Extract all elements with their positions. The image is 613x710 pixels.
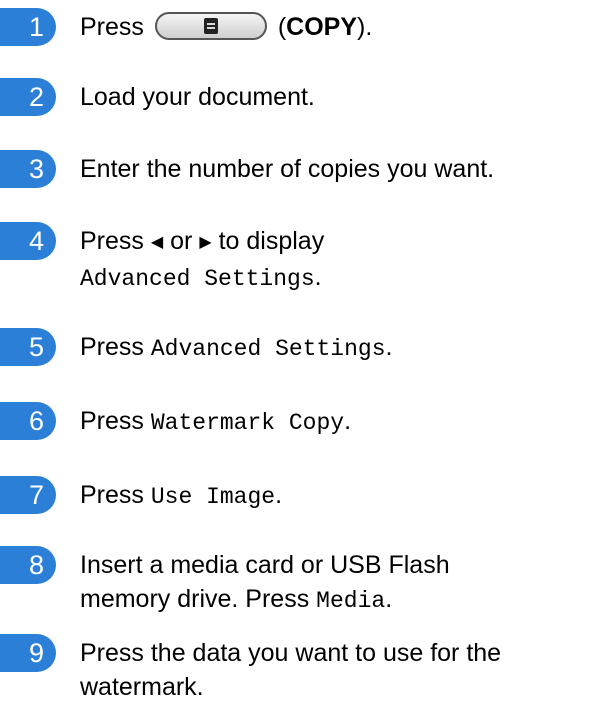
menu-option: Advanced Settings [80,266,315,292]
step-number: 1 [0,8,56,46]
step-text: Load your document. [80,83,315,111]
step-text: Press (COPY). [80,12,373,41]
step-number: 4 [0,222,56,260]
step-number: 9 [0,634,56,672]
step-number: 3 [0,150,56,188]
left-arrow-icon: ◀ [150,234,164,251]
step-text: Press the data you want to use for the w… [80,639,502,701]
step-text: Press Advanced Settings. [80,333,393,362]
right-arrow-icon: ▶ [199,234,212,251]
copy-button[interactable] [154,12,267,41]
step-number: 2 [0,78,56,116]
menu-option: Advanced Settings [150,336,386,362]
step-text: Press Watermark Copy. [80,407,352,436]
step-number: 6 [0,402,56,440]
step-text: Insert a media card or USB Flash memory … [80,551,450,614]
menu-option: Use Image [150,484,276,510]
step-number: 5 [0,328,56,366]
menu-option: Media [316,588,386,614]
menu-option: Watermark Copy [150,410,345,436]
copy-document-icon [203,18,218,35]
step-number: 8 [0,546,56,584]
step-text: Enter the number of copies you want. [80,155,495,183]
step-text: Press ◀ or ▶ to display Advanced Setting… [80,227,325,292]
step-number: 7 [0,476,56,514]
step-text: Press Use Image. [80,481,283,510]
